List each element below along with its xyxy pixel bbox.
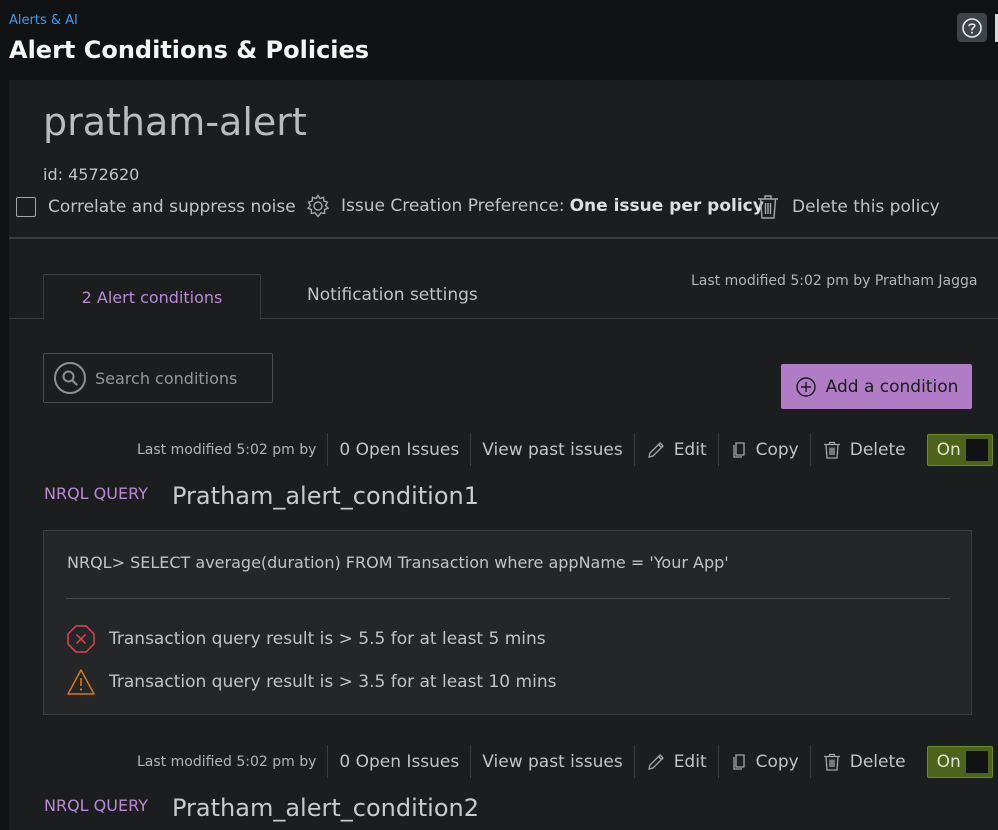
trash-icon: [823, 441, 840, 459]
copy-icon: [732, 441, 745, 458]
condition-type-tag: NRQL QUERY: [44, 484, 148, 503]
copy-condition-button[interactable]: Copy: [717, 745, 810, 778]
condition-last-modified: Last modified 5:02 pm by: [137, 441, 317, 458]
correlate-option[interactable]: Correlate and suppress noise: [16, 196, 296, 218]
open-issues-link[interactable]: 0 Open Issues: [327, 433, 470, 466]
pencil-icon: [647, 753, 664, 770]
edit-condition-button[interactable]: Edit: [633, 433, 718, 466]
edit-label: Edit: [673, 751, 707, 772]
warning-icon: [67, 669, 95, 695]
correlate-checkbox[interactable]: [16, 197, 36, 217]
add-condition-button[interactable]: Add a condition: [781, 364, 972, 409]
condition-details-card: NRQL> SELECT average(duration) FROM Tran…: [43, 530, 972, 715]
open-issues-link[interactable]: 0 Open Issues: [327, 745, 470, 778]
card-divider: [66, 598, 950, 599]
copy-condition-button[interactable]: Copy: [717, 433, 810, 466]
toggle-knob: [965, 750, 988, 773]
warning-text: Transaction query result is > 3.5 for at…: [109, 672, 557, 692]
issue-preference-link[interactable]: Issue Creation Preference: One issue per…: [305, 193, 764, 219]
edit-condition-button[interactable]: Edit: [633, 745, 718, 778]
edit-label: Edit: [673, 439, 707, 460]
critical-text: Transaction query result is > 5.5 for at…: [109, 629, 546, 649]
preference-label: Issue Creation Preference:: [341, 196, 565, 216]
toggle-label: On: [936, 751, 961, 772]
view-past-issues-link[interactable]: View past issues: [470, 433, 633, 466]
delete-condition-button[interactable]: Delete: [809, 745, 917, 778]
tab-alert-conditions[interactable]: 2 Alert conditions: [43, 274, 261, 320]
warning-threshold: Transaction query result is > 3.5 for at…: [66, 668, 556, 696]
policy-last-modified: Last modified 5:02 pm by Pratham Jagga: [691, 273, 978, 289]
page-title: Alert Conditions & Policies: [9, 36, 370, 64]
search-input[interactable]: [95, 368, 265, 388]
condition-type-tag: NRQL QUERY: [44, 796, 148, 815]
condition-action-bar: Last modified 5:02 pm by 0 Open Issues V…: [137, 433, 993, 466]
search-icon-wrap: [54, 362, 86, 394]
critical-icon: [67, 625, 95, 653]
question-circle-icon: [962, 17, 982, 38]
add-condition-label: Add a condition: [825, 376, 959, 397]
breadcrumb-alerts-ai[interactable]: Alerts & AI: [9, 13, 78, 28]
copy-label: Copy: [755, 751, 799, 772]
help-button[interactable]: [957, 13, 987, 42]
delete-policy-button[interactable]: Delete this policy: [755, 193, 940, 221]
trash-icon: [823, 753, 840, 771]
condition-name-link[interactable]: Pratham_alert_condition1: [172, 482, 479, 510]
preference-value: One issue per policy: [569, 196, 764, 216]
search-icon: [62, 370, 78, 386]
tab-notification-settings[interactable]: Notification settings: [307, 285, 478, 305]
toggle-knob: [965, 438, 988, 461]
copy-icon: [732, 753, 745, 770]
delete-label: Delete: [849, 751, 906, 772]
divider: [9, 237, 998, 239]
top-header: Alerts & AI Alert Conditions & Policies: [0, 0, 998, 80]
policy-name: pratham-alert: [43, 100, 307, 144]
nrql-query-text: NRQL> SELECT average(duration) FROM Tran…: [67, 553, 729, 572]
delete-label: Delete: [849, 439, 906, 460]
condition-name-link[interactable]: Pratham_alert_condition2: [172, 794, 479, 822]
correlate-label: Correlate and suppress noise: [48, 197, 296, 217]
plus-circle-icon: [795, 376, 816, 397]
condition-last-modified: Last modified 5:02 pm by: [137, 753, 317, 770]
trash-icon: [758, 195, 778, 219]
critical-threshold: Transaction query result is > 5.5 for at…: [66, 624, 546, 654]
search-conditions-box[interactable]: [43, 353, 273, 403]
gear-icon: [306, 194, 330, 218]
copy-label: Copy: [755, 439, 799, 460]
condition-enabled-toggle[interactable]: On: [926, 433, 993, 466]
toggle-label: On: [936, 439, 961, 460]
pencil-icon: [647, 441, 664, 458]
delete-condition-button[interactable]: Delete: [809, 433, 917, 466]
policy-id: id: 4572620: [43, 165, 140, 184]
condition-action-bar: Last modified 5:02 pm by 0 Open Issues V…: [137, 745, 993, 778]
condition-enabled-toggle[interactable]: On: [926, 745, 993, 778]
view-past-issues-link[interactable]: View past issues: [470, 745, 633, 778]
delete-policy-label: Delete this policy: [792, 197, 940, 217]
